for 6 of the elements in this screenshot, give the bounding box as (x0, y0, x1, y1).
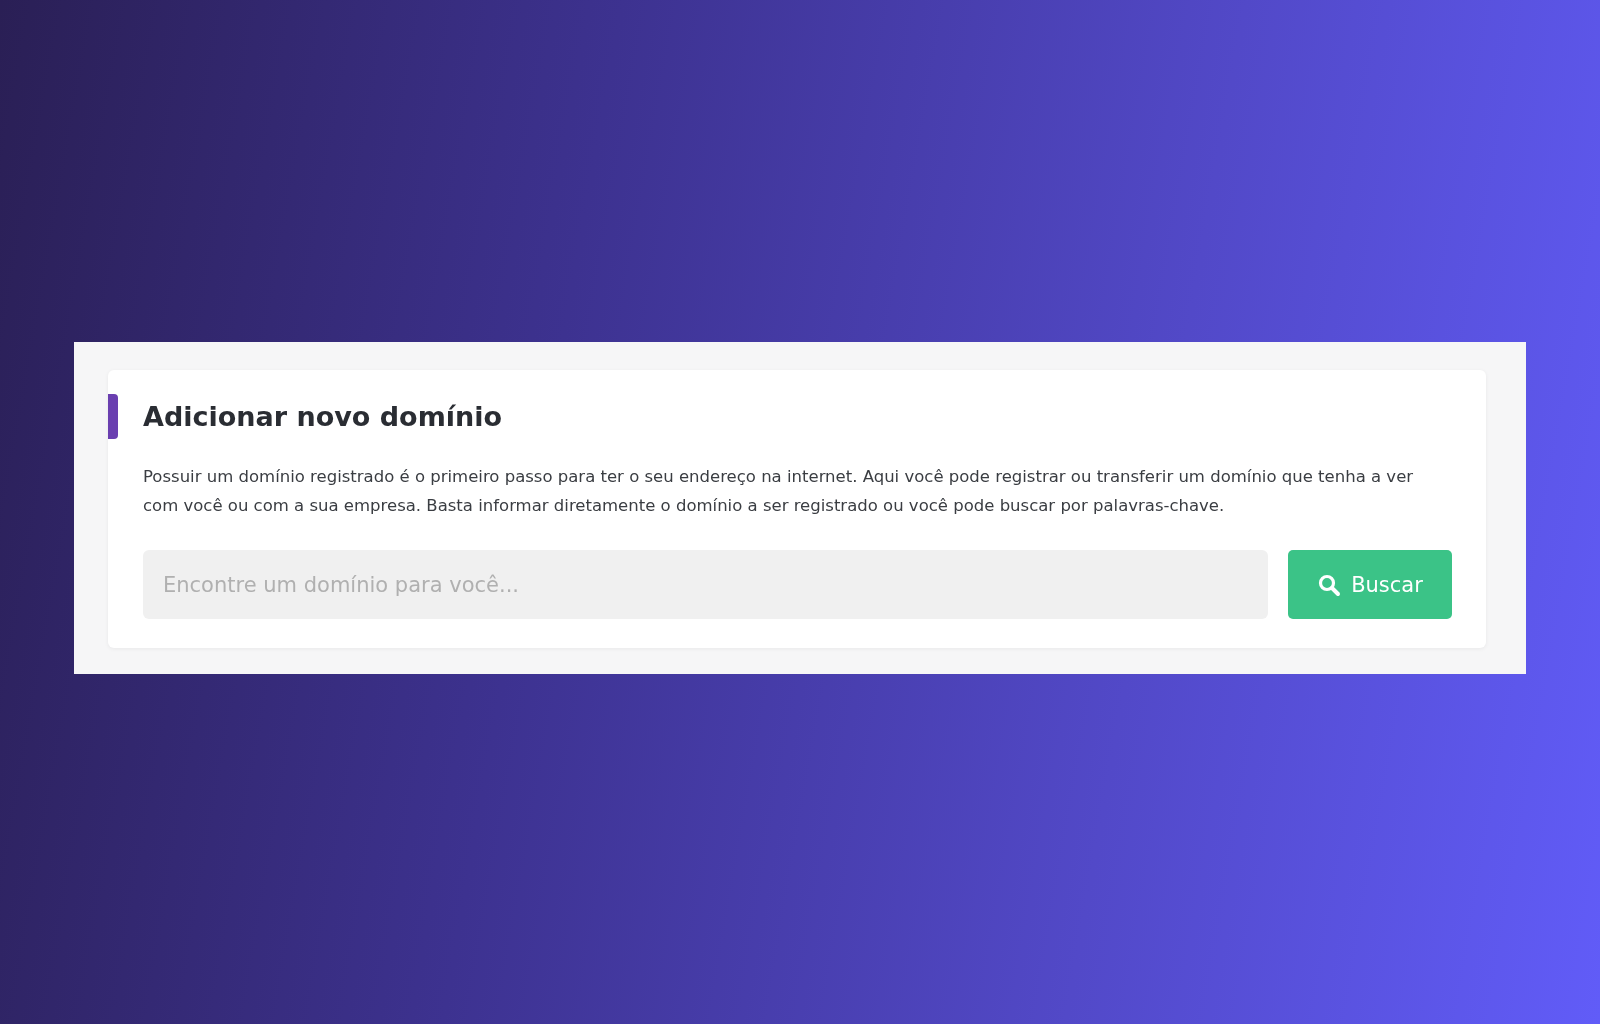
card-title: Adicionar novo domínio (143, 400, 504, 434)
accent-bar (108, 394, 118, 439)
search-field[interactable]: Encontre um domínio para você... (143, 550, 1268, 619)
description-text: Possuir um domínio registrado é o primeiro passo para ter o seu endereço na internet. Aqui você pode registrar ou transferir um domínio que tenha a ver com você ou com a sua empresa. Basta informar diretamente o domínio a ser registrado ou você pode buscar por palavras-chave. (143, 466, 1415, 517)
search-button[interactable]: Buscar (1288, 550, 1452, 619)
search-icon (1317, 572, 1342, 597)
